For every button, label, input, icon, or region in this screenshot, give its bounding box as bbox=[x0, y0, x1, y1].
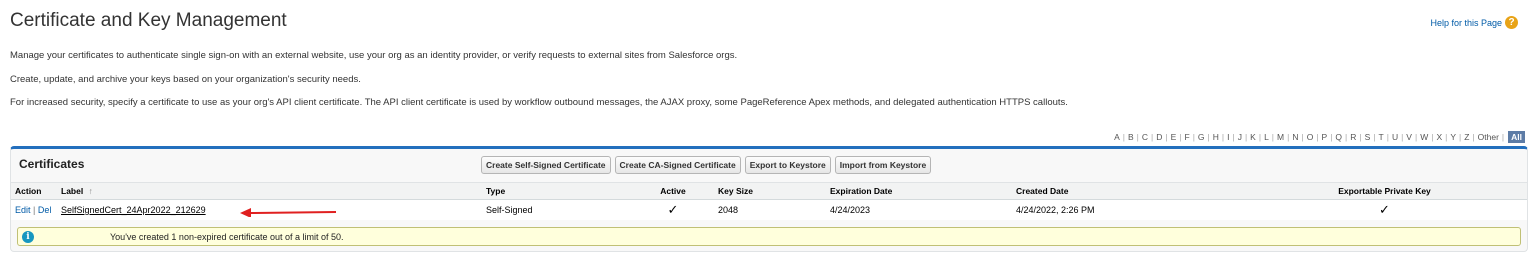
alpha-separator: | bbox=[1316, 132, 1319, 142]
column-exportable-private-key[interactable]: Exportable Private Key bbox=[1242, 182, 1527, 200]
table-row: Edit | Del SelfSignedCert_24Apr2022_2126… bbox=[11, 199, 1527, 220]
alpha-separator: | bbox=[1345, 132, 1348, 142]
alpha-filter-z[interactable]: Z bbox=[1464, 132, 1469, 142]
column-created-date[interactable]: Created Date bbox=[1012, 182, 1242, 200]
alpha-separator: | bbox=[1359, 132, 1362, 142]
alpha-filter-b[interactable]: B bbox=[1128, 132, 1134, 142]
alpha-separator: | bbox=[1501, 132, 1505, 142]
certificate-label-link[interactable]: SelfSignedCert_24Apr2022_212629 bbox=[61, 205, 206, 215]
alpha-filter-y[interactable]: Y bbox=[1450, 132, 1456, 142]
alpha-separator: | bbox=[1287, 132, 1290, 142]
edit-link[interactable]: Edit bbox=[15, 205, 31, 215]
row-type: Self-Signed bbox=[482, 199, 632, 220]
exportable-check-icon: ✓ bbox=[1242, 199, 1527, 220]
column-type[interactable]: Type bbox=[482, 182, 632, 200]
alpha-separator: | bbox=[1151, 132, 1154, 142]
import-keystore-button[interactable]: Import from Keystore bbox=[834, 156, 932, 174]
certificates-title: Certificates bbox=[19, 157, 85, 171]
help-link-label: Help for this Page bbox=[1430, 17, 1502, 28]
delete-link[interactable]: Del bbox=[38, 205, 52, 215]
alpha-filter-w[interactable]: W bbox=[1420, 132, 1428, 142]
alpha-filter-o[interactable]: O bbox=[1307, 132, 1314, 142]
alpha-separator: | bbox=[1445, 132, 1448, 142]
alpha-separator: | bbox=[1431, 132, 1434, 142]
active-check-icon: ✓ bbox=[632, 199, 714, 220]
alpha-separator: | bbox=[1301, 132, 1304, 142]
alpha-separator: | bbox=[1221, 132, 1225, 142]
alpha-filter-a[interactable]: A bbox=[1114, 132, 1120, 142]
alpha-separator: | bbox=[1232, 132, 1235, 142]
alpha-filter-other[interactable]: Other bbox=[1478, 132, 1499, 142]
annotation-arrow-icon bbox=[240, 208, 337, 217]
column-action: Action bbox=[11, 182, 57, 200]
alpha-separator: | bbox=[1386, 132, 1389, 142]
alpha-separator: | bbox=[1165, 132, 1168, 142]
export-keystore-button[interactable]: Export to Keystore bbox=[744, 156, 831, 174]
alpha-filter-m[interactable]: M bbox=[1277, 132, 1284, 142]
info-icon: i bbox=[22, 230, 34, 243]
alpha-separator: | bbox=[1244, 132, 1248, 142]
sort-ascending-icon: ↑ bbox=[88, 186, 93, 196]
page-title: Certificate and Key Management bbox=[10, 10, 287, 31]
alpha-filter-i[interactable]: I bbox=[1227, 132, 1229, 142]
alpha-separator: | bbox=[1373, 132, 1376, 142]
alpha-filter-p[interactable]: P bbox=[1322, 132, 1328, 142]
column-expiration-date[interactable]: Expiration Date bbox=[826, 182, 1012, 200]
alpha-filter-all[interactable]: All bbox=[1508, 131, 1525, 143]
column-key-size[interactable]: Key Size bbox=[714, 182, 826, 200]
alpha-separator: | bbox=[1192, 132, 1195, 142]
certificates-panel: Certificates Create Self-Signed Certific… bbox=[10, 146, 1528, 252]
alpha-filter-r[interactable]: R bbox=[1350, 132, 1356, 142]
alpha-separator: | bbox=[1207, 132, 1210, 142]
alpha-filter-t[interactable]: T bbox=[1379, 132, 1384, 142]
alpha-filter-k[interactable]: K bbox=[1250, 132, 1256, 142]
alpha-filter-n[interactable]: N bbox=[1292, 132, 1298, 142]
certificates-button-row: Create Self-Signed Certificate Create CA… bbox=[481, 156, 932, 174]
alpha-separator: | bbox=[1401, 132, 1404, 142]
alpha-separator: | bbox=[1472, 132, 1475, 142]
alpha-filter-f[interactable]: F bbox=[1184, 132, 1189, 142]
create-ca-signed-button[interactable]: Create CA-Signed Certificate bbox=[614, 156, 741, 174]
table-header-row: Action Label ↑ Type Active Key Size Expi… bbox=[11, 182, 1527, 200]
alpha-filter-g[interactable]: G bbox=[1198, 132, 1205, 142]
description-api-client: For increased security, specify a certif… bbox=[10, 97, 1068, 108]
alpha-separator: | bbox=[1136, 132, 1139, 142]
alpha-filter-q[interactable]: Q bbox=[1335, 132, 1342, 142]
alpha-filter-j[interactable]: J bbox=[1238, 132, 1242, 142]
alphabet-filter: A | B | C | D | E | F | G | H | I | J | K | L | M | N | O | P | Q | R | S | T |… bbox=[1114, 131, 1525, 143]
column-active[interactable]: Active bbox=[632, 182, 714, 200]
info-message-bar: i You've created 1 non-expired certifica… bbox=[17, 227, 1521, 246]
row-key-size: 2048 bbox=[714, 199, 826, 220]
help-link[interactable]: Help for this Page ? bbox=[1430, 16, 1518, 29]
alpha-filter-c[interactable]: C bbox=[1142, 132, 1148, 142]
alpha-filter-e[interactable]: E bbox=[1171, 132, 1177, 142]
alpha-separator: | bbox=[1459, 132, 1462, 142]
alpha-filter-s[interactable]: S bbox=[1365, 132, 1371, 142]
alpha-filter-u[interactable]: U bbox=[1392, 132, 1398, 142]
row-expiration-date: 4/24/2023 bbox=[826, 199, 1012, 220]
info-message: You've created 1 non-expired certificate… bbox=[110, 231, 344, 242]
alpha-separator: | bbox=[1414, 132, 1418, 142]
alpha-filter-d[interactable]: D bbox=[1156, 132, 1162, 142]
certificates-table: Action Label ↑ Type Active Key Size Expi… bbox=[11, 182, 1527, 220]
alpha-filter-x[interactable]: X bbox=[1436, 132, 1442, 142]
action-separator: | bbox=[33, 205, 36, 215]
alpha-separator: | bbox=[1179, 132, 1182, 142]
alpha-separator: | bbox=[1330, 132, 1333, 142]
description-sso: Manage your certificates to authenticate… bbox=[10, 50, 738, 61]
column-label-text: Label bbox=[61, 186, 84, 196]
create-self-signed-button[interactable]: Create Self-Signed Certificate bbox=[481, 156, 611, 174]
column-label[interactable]: Label ↑ bbox=[57, 182, 482, 200]
alpha-separator: | bbox=[1122, 132, 1125, 142]
alpha-filter-l[interactable]: L bbox=[1264, 132, 1269, 142]
description-keys: Create, update, and archive your keys ba… bbox=[10, 74, 361, 85]
help-icon: ? bbox=[1505, 16, 1518, 29]
row-created-date: 4/24/2022, 2:26 PM bbox=[1012, 199, 1242, 220]
row-actions: Edit | Del bbox=[11, 199, 57, 220]
alpha-filter-h[interactable]: H bbox=[1213, 132, 1219, 142]
alpha-separator: | bbox=[1258, 132, 1262, 142]
alpha-filter-v[interactable]: V bbox=[1406, 132, 1412, 142]
alpha-separator: | bbox=[1271, 132, 1275, 142]
